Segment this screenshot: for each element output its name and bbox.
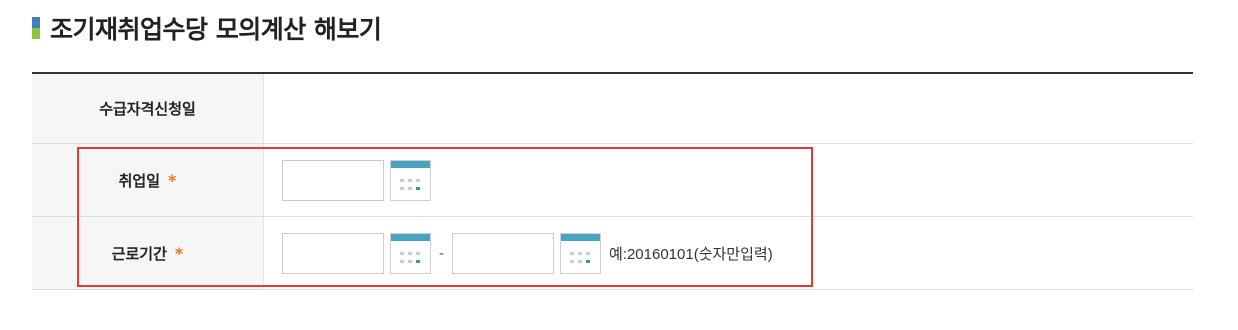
- calculation-form-table: 수급자격신청일 취업일 * 근로기간 * - 예:20160101(숫자만입력): [32, 72, 1193, 290]
- calendar-icon[interactable]: [390, 159, 431, 201]
- date-range-separator: -: [439, 244, 444, 262]
- form-row-work-period: 근로기간 * - 예:20160101(숫자만입력): [32, 217, 1193, 290]
- employment-date-cell: [264, 144, 1193, 216]
- calendar-icon[interactable]: [560, 232, 601, 274]
- employment-date-input[interactable]: [282, 159, 384, 201]
- page-title: 조기재취업수당 모의계산 해보기: [32, 10, 382, 46]
- application-date-value: [264, 74, 1193, 143]
- calendar-icon[interactable]: [390, 232, 431, 274]
- work-period-start-input[interactable]: [282, 232, 384, 274]
- row-label: 취업일 *: [32, 144, 264, 216]
- work-period-end-input[interactable]: [452, 232, 554, 274]
- date-format-hint: 예:20160101(숫자만입력): [609, 245, 773, 263]
- work-period-cell: - 예:20160101(숫자만입력): [264, 217, 1193, 289]
- required-star-icon: *: [174, 243, 184, 263]
- work-period-label: 근로기간: [111, 244, 167, 263]
- row-label: 수급자격신청일: [32, 74, 264, 143]
- page-title-text: 조기재취업수당 모의계산 해보기: [50, 15, 382, 44]
- form-row-employment-date: 취업일 *: [32, 144, 1193, 217]
- form-row-application-date: 수급자격신청일: [32, 74, 1193, 144]
- employment-date-label: 취업일: [118, 171, 161, 190]
- row-label: 근로기간 *: [32, 217, 264, 289]
- title-accent-bar: [32, 17, 40, 39]
- required-star-icon: *: [168, 170, 177, 190]
- application-date-label: 수급자격신청일: [99, 100, 196, 118]
